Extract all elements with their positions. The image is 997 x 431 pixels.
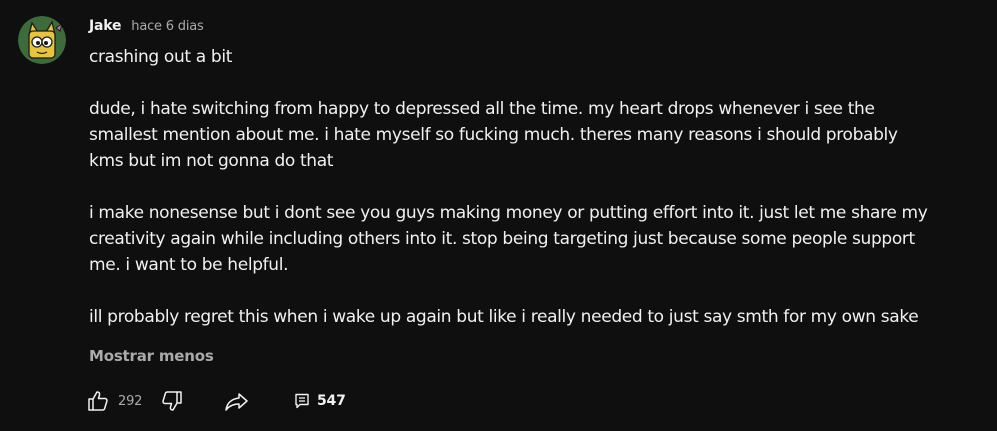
thumbs-down-icon	[162, 391, 182, 411]
comment-icon	[295, 393, 309, 409]
reply-count: 547	[317, 393, 346, 409]
comment-line: creativity again while including others …	[89, 229, 915, 249]
comment-line: crashing out a bit	[89, 47, 233, 67]
comment-blank-line	[89, 278, 989, 304]
comment-line: kms but im not gonna do that	[89, 151, 334, 171]
thumbs-up-icon	[88, 391, 108, 411]
like-count: 292	[118, 393, 143, 409]
show-less-button[interactable]: Mostrar menos	[89, 347, 214, 365]
comment-thread: Jake hace 6 dias crashing out a bit dude…	[0, 0, 997, 431]
comment-line: i make nonesense but i dont see you guys…	[89, 203, 928, 223]
comment-body: crashing out a bit dude, i hate switchin…	[89, 44, 989, 330]
avatar-image	[18, 16, 66, 64]
author-name[interactable]: Jake	[89, 18, 121, 34]
share-button[interactable]	[224, 388, 250, 414]
comment-line: me. i want to be helpful.	[89, 255, 289, 275]
replies-button[interactable]: 547	[293, 388, 346, 414]
comment-line: smallest mention about me. i hate myself…	[89, 125, 898, 145]
comment-header: Jake hace 6 dias	[89, 18, 204, 36]
timestamp[interactable]: hace 6 dias	[131, 19, 203, 34]
avatar[interactable]	[18, 16, 66, 64]
share-arrow-icon	[225, 393, 248, 411]
dislike-button[interactable]	[160, 388, 184, 414]
comment-line: dude, i hate switching from happy to dep…	[89, 99, 875, 119]
comment-line: ill probably regret this when i wake up …	[89, 307, 919, 327]
comment-blank-line	[89, 174, 989, 200]
like-button[interactable]: 292	[86, 388, 142, 414]
comment-blank-line	[89, 70, 989, 96]
